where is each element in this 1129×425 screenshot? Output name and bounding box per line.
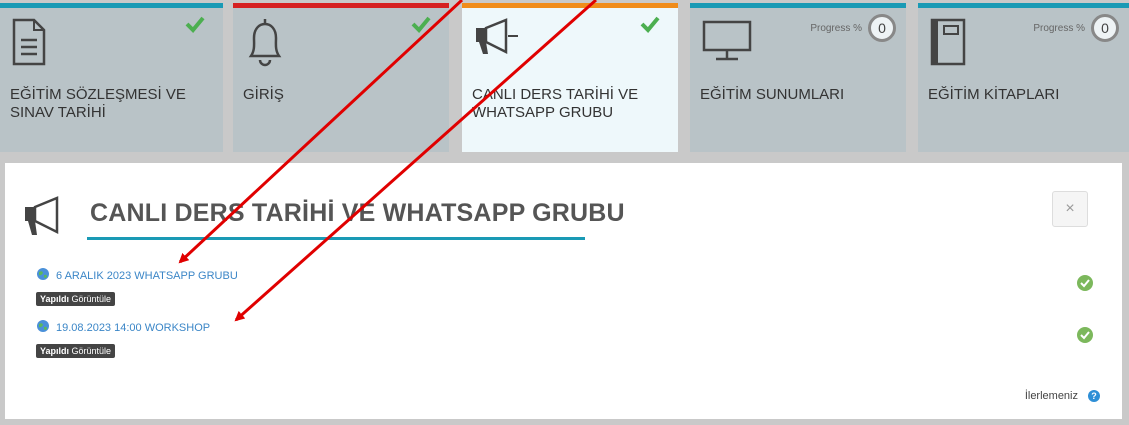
help-icon[interactable]: ?	[1088, 390, 1100, 402]
section-panel: CANLI DERS TARİHİ VE WHATSAPP GRUBU × 6 …	[5, 163, 1122, 419]
progress-value: 0	[1091, 14, 1119, 42]
check-icon	[185, 14, 205, 39]
tile-title: GİRİŞ	[243, 86, 284, 103]
badge-action: Görüntüle	[71, 346, 112, 356]
globe-icon	[36, 319, 50, 338]
badge-status: Yapıldı	[40, 346, 70, 356]
tile-canli-ders[interactable]: CANLI DERS TARİHİ VE WHATSAPP GRUBU	[462, 3, 678, 152]
megaphone-icon	[23, 195, 75, 244]
completed-check-icon	[1077, 327, 1093, 348]
activity-link[interactable]: 19.08.2023 14:00 WORKSHOP	[56, 322, 210, 334]
completed-check-icon	[1077, 275, 1093, 296]
check-icon	[640, 14, 660, 39]
activity-item: 6 ARALIK 2023 WHATSAPP GRUBU Yapıldı Gör…	[36, 266, 238, 306]
progress-label: Progress %	[810, 22, 862, 34]
tile-egitim-sunumlari[interactable]: Progress % 0 EĞİTİM SUNUMLARI	[690, 3, 906, 152]
badge-action: Görüntüle	[71, 294, 112, 304]
tile-title: EĞİTİM SÖZLEŞMESİ VE SINAV TARİHİ	[10, 86, 186, 121]
close-button[interactable]: ×	[1052, 191, 1088, 227]
section-tiles: EĞİTİM SÖZLEŞMESİ VE SINAV TARİHİ GİRİŞ	[0, 0, 1129, 152]
megaphone-icon	[474, 18, 524, 63]
bell-icon	[245, 18, 285, 73]
book-icon	[930, 18, 966, 71]
progress-footer-label: İlerlemeniz	[1024, 390, 1078, 402]
progress-indicator: Progress % 0	[810, 14, 896, 42]
tile-title: EĞİTİM KİTAPLARI	[928, 86, 1060, 103]
activity-link[interactable]: 6 ARALIK 2023 WHATSAPP GRUBU	[56, 270, 238, 282]
title-underline	[87, 237, 585, 240]
tile-title: EĞİTİM SUNUMLARI	[700, 86, 845, 103]
tile-title: CANLI DERS TARİHİ VE WHATSAPP GRUBU	[472, 86, 639, 121]
page-title: CANLI DERS TARİHİ VE WHATSAPP GRUBU	[90, 199, 625, 227]
monitor-icon	[702, 18, 752, 67]
progress-value: 0	[868, 14, 896, 42]
progress-footer: İlerlemeniz ?	[1025, 390, 1100, 402]
check-icon	[411, 14, 431, 39]
status-badge[interactable]: Yapıldı Görüntüle	[36, 292, 116, 306]
tile-giris[interactable]: GİRİŞ	[233, 3, 449, 152]
badge-status: Yapıldı	[40, 294, 70, 304]
activity-item: 19.08.2023 14:00 WORKSHOP Yapıldı Görünt…	[36, 318, 210, 358]
tile-egitim-sozlesmesi[interactable]: EĞİTİM SÖZLEŞMESİ VE SINAV TARİHİ	[0, 3, 223, 152]
tile-egitim-kitaplari[interactable]: Progress % 0 EĞİTİM KİTAPLARI	[918, 3, 1129, 152]
status-badge[interactable]: Yapıldı Görüntüle	[36, 344, 116, 358]
progress-indicator: Progress % 0	[1033, 14, 1119, 42]
progress-label: Progress %	[1033, 22, 1085, 34]
document-icon	[12, 18, 46, 71]
globe-icon	[36, 267, 50, 286]
